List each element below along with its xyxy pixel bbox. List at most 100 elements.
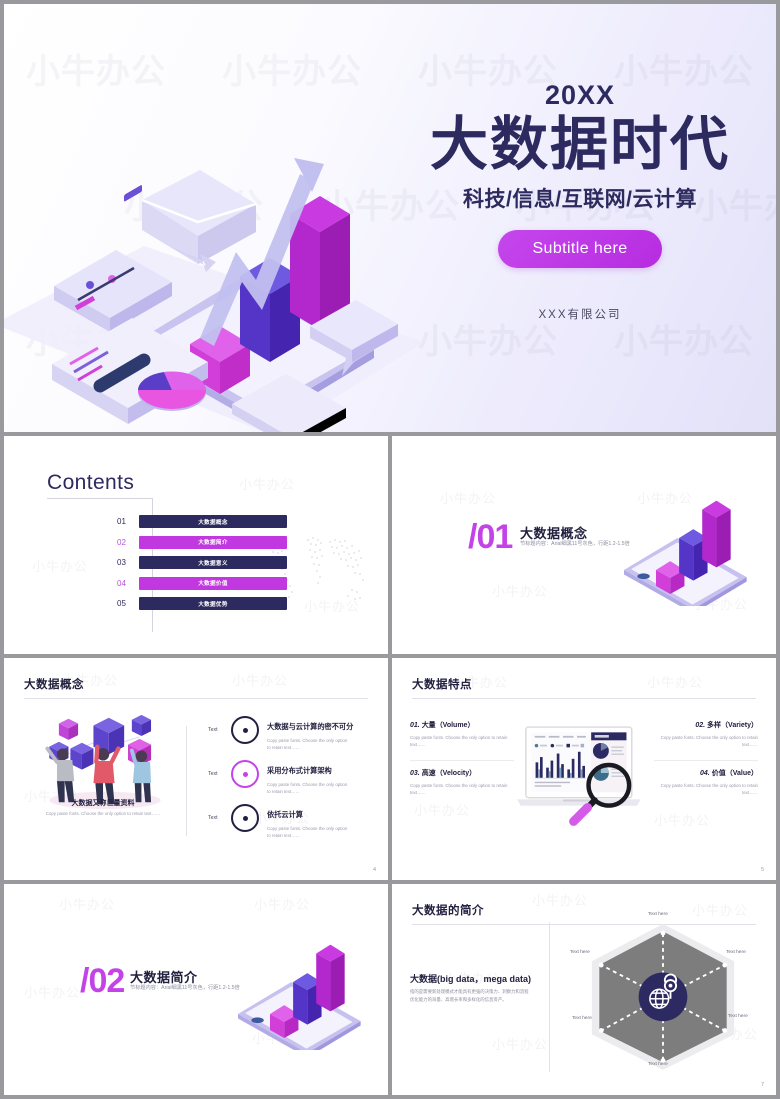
feature-number: 01. [410,722,420,729]
contents-item-label: 大数据优势 [139,597,287,610]
feature-label-en: （Velocity） [435,770,477,777]
organization-name: XXX有限公司 [538,308,622,321]
feature-label-cn: 多样 [707,722,722,729]
contents-item[interactable]: 03 大数据意义 [117,556,287,569]
feature-label-cn: 大量 [421,722,436,729]
feature-heading: 02. 多样（Variety） [654,720,758,730]
intro-heading-en: (big data，mega data) [437,974,532,984]
contents-item-number: 04 [117,578,126,588]
feature-block[interactable]: 04. 价值（Value） Copy paste fonts. Choose t… [654,768,758,797]
feature-block[interactable]: 03. 高速（Velocity） Copy paste fonts. Choos… [410,768,514,797]
feature-block[interactable]: 02. 多样（Variety） Copy paste fonts. Choose… [654,720,758,749]
feature-heading: 采用分布式计算架构 [267,766,332,775]
vertical-divider [186,726,187,836]
slide-heading: 大数据的简介 [412,905,484,917]
feature-rule [654,760,758,761]
cover-subtitle: 科技/信息/互联网/云计算 [462,187,697,211]
thumbnail-row-4: 小牛办公 小牛办公 小牛办公 小牛办公 /02 大数据简介 节标题内容：Aria… [4,884,776,1095]
cover-year: 20XX [544,80,616,110]
contents-item-number: 05 [117,599,126,608]
slide-big-data-concept[interactable]: 小牛办公 小牛办公 小牛办公 小牛办公 大数据概念 大数据又称巨量资料 Copy… [4,658,388,880]
feature-body: Copy paste fonts. Choose the only option… [267,782,348,795]
hex-label: Text here [726,950,746,955]
cube [70,742,94,770]
feature-body: Copy paste fonts. Choose the only option… [267,738,348,751]
contents-item-label: 大数据价值 [139,576,287,590]
feature-rule [410,760,514,761]
target-ring-icon [231,716,259,744]
feature-block[interactable]: 01. 大量（Volume） Copy paste fonts. Choose … [410,720,514,749]
hex-label: Text here [648,1062,668,1067]
slide-big-data-features[interactable]: 小牛办公 小牛办公 小牛办公 小牛办公 大数据特点 01. 大量（Volume）… [392,658,776,880]
watermark: 小牛办公 [654,813,711,828]
subtitle-button[interactable]: Subtitle here [498,229,662,268]
feature-label-en: （Volume） [435,722,475,729]
section-number: /01 [468,518,513,556]
watermark: 小牛办公 [414,803,471,818]
feature-label-en: （Variety） [721,722,758,729]
feature-body: Copy paste fonts. Choose the only option… [267,826,348,839]
feature-row[interactable]: Text 大数据与云计算的密不可分 Copy paste fonts. Choo… [208,716,353,751]
page-number: 4 [372,867,376,873]
feature-number: 03. [410,770,420,777]
presentation-thumbnail-grid: 小牛办公 小牛办公 小牛办公 小牛办公 小牛办公 小牛办公 小牛办公 小牛办公 … [0,0,780,1099]
slide-big-data-intro[interactable]: 小牛办公 小牛办公 小牛办公 小牛办公 小牛办公 大数据的简介 大数据(big … [392,884,776,1095]
contents-item-label: 大数据概念 [139,515,287,528]
watermark: 小牛办公 [492,584,549,599]
feature-number: 02. [695,722,706,729]
cover-text-block: 20XX 大数据时代 科技/信息/互联网/云计算 Subtitle here X… [384,82,776,322]
contents-list: 01 大数据概念 02 大数据简介 03 大数据意义 04 大数据价值 05 大… [117,515,287,618]
contents-item-number: 03 [117,558,126,567]
hexagon-radar-diagram [591,923,735,1070]
slide-title-cover[interactable]: 小牛办公 小牛办公 小牛办公 小牛办公 小牛办公 小牛办公 小牛办公 小牛办公 … [4,4,776,432]
watermark: 小牛办公 [59,897,116,912]
feature-row[interactable]: Text 采用分布式计算架构 Copy paste fonts. Choose … [208,760,351,795]
slide-heading: 大数据概念 [24,679,84,691]
contents-item[interactable]: 04 大数据价值 [117,576,287,590]
intro-heading-cn: 大数据 [410,974,438,984]
slide-heading: 大数据特点 [412,679,472,691]
feature-body: Copy paste fonts. Choose the only option… [410,735,508,748]
feature-label-cn: 高速 [421,770,436,777]
watermark: 小牛办公 [492,1037,549,1052]
isometric-data-illustration [4,158,424,432]
contents-item[interactable]: 02 大数据简介 [117,535,287,549]
contents-item-label: 大数据简介 [139,535,287,549]
watermark: 小牛办公 [239,477,296,492]
watermark: 小牛办公 [26,53,166,91]
header-rule [24,698,368,699]
feature-body: Copy paste fonts. Choose the only option… [410,783,508,796]
laptop-dashboard-illustration [517,726,641,826]
feature-heading: 大数据与云计算的密不可分 [267,722,354,731]
contents-item[interactable]: 05 大数据优势 [117,597,287,610]
feature-label-en: （Value） [725,770,758,777]
contents-item[interactable]: 01 大数据概念 [117,515,287,528]
slide-section-02[interactable]: 小牛办公 小牛办公 小牛办公 小牛办公 /02 大数据简介 节标题内容：Aria… [4,884,388,1095]
slide-section-01[interactable]: 小牛办公 小牛办公 小牛办公 小牛办公 /01 大数据概念 节标题内容：Aria… [392,436,776,654]
slide-contents[interactable]: 小牛办公 小牛办公 小牛办公 Contents 01 大数据概念 02 大数据简… [4,436,388,654]
thumbnail-row-3: 小牛办公 小牛办公 小牛办公 小牛办公 大数据概念 大数据又称巨量资料 Copy… [4,658,776,880]
contents-underline [47,498,153,499]
target-ring-icon [231,760,259,788]
feature-tag: Text [208,727,218,733]
illustration-description: Copy paste fonts. Choose the only option… [45,811,161,816]
feature-body: Copy paste fonts. Choose the only option… [660,735,758,748]
feature-heading: 04. 价值（Value） [654,768,758,778]
header-rule [412,698,756,699]
hex-label: Text here [648,912,668,917]
hex-label: Text here [728,1014,748,1019]
feature-heading: 01. 大量（Volume） [410,720,514,730]
feature-row[interactable]: Text 依托云计算 Copy paste fonts. Choose the … [208,804,351,839]
contents-item-label: 大数据意义 [139,556,287,569]
contents-item-number: 01 [117,517,126,526]
feature-number: 04. [700,770,710,777]
intro-heading: 大数据(big data，mega data) [410,972,531,985]
contents-item-number: 02 [117,537,126,547]
watermark: 小牛办公 [32,559,89,574]
thumbnail-row-2: 小牛办公 小牛办公 小牛办公 Contents 01 大数据概念 02 大数据简… [4,436,776,654]
vertical-divider [549,922,550,1072]
feature-heading: 03. 高速（Velocity） [410,768,514,778]
watermark: 小牛办公 [440,491,497,506]
phone-bar-chart-illustration [624,500,747,606]
cube [131,714,152,737]
